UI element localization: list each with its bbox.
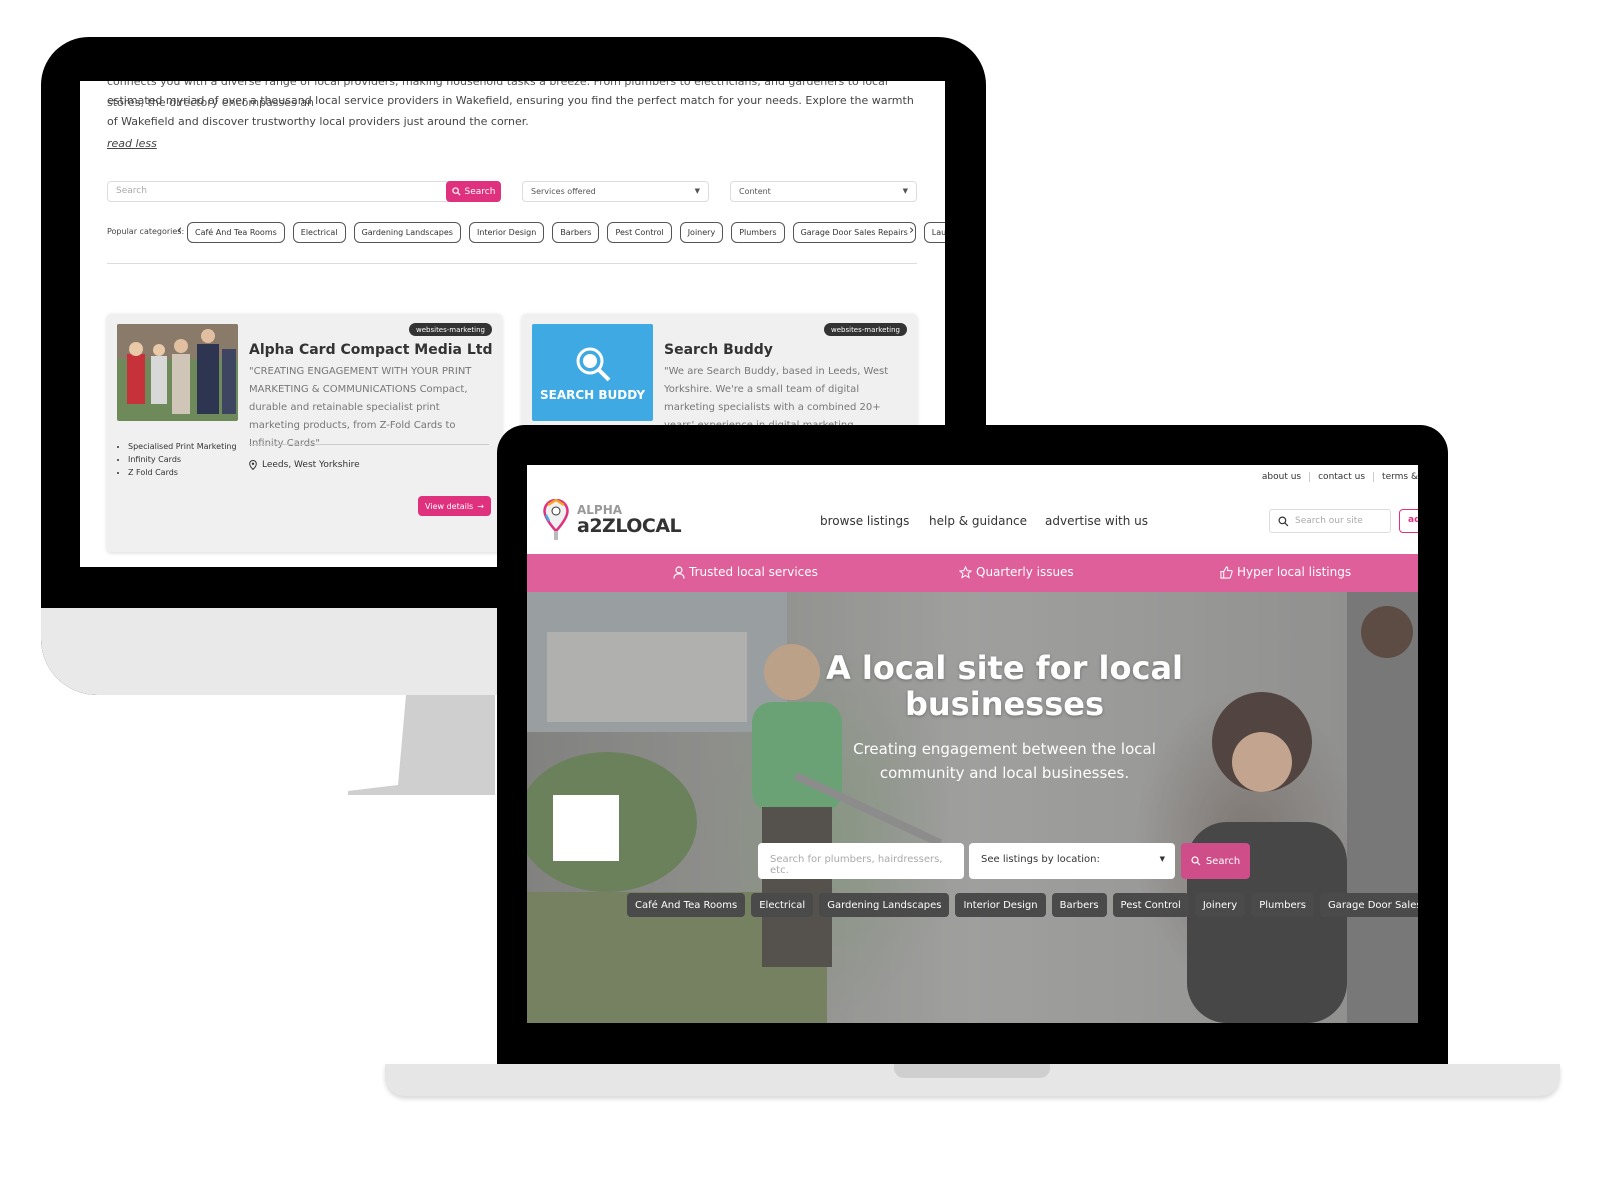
card-divider [249,444,489,445]
feature-trusted: Trusted local services [673,565,818,579]
hero-category-pill[interactable]: Barbers [1051,893,1107,917]
user-icon [673,565,685,579]
hero-search-button[interactable]: Search [1181,843,1250,879]
content-select[interactable]: Content ▼ [730,181,917,202]
search-icon [451,187,461,196]
chevron-right-icon[interactable]: › [909,223,914,238]
services-select-value: Services offered [531,187,596,196]
arrow-right-icon: → [477,501,484,511]
logo-a2zlocal: a2ZLOCAL [577,515,682,537]
site-logo[interactable]: ALPHA a2ZLOCAL [543,499,682,541]
hero-category-pill[interactable]: Pest Control [1112,893,1189,917]
nav-browse-listings[interactable]: browse listings [820,514,909,528]
nav-advertise[interactable]: advertise with us [1045,514,1148,528]
hero-category-pill[interactable]: Plumbers [1251,893,1314,917]
category-pill[interactable]: Plumbers [731,222,785,243]
directory-search-input[interactable]: Search [107,181,501,202]
magnifier-logo-icon [576,347,610,381]
hero-category-pill[interactable]: Café And Tea Rooms [627,893,746,917]
service-item: Z Fold Cards [128,466,237,479]
location-select[interactable]: See listings by location: ▼ [969,843,1175,879]
site-search-placeholder: Search our site [1295,516,1363,526]
directory-description: estimated myriad of over a thousand loca… [107,94,914,128]
hero-category-pill[interactable]: Electrical [751,893,814,917]
feature-label: Trusted local services [689,565,818,579]
services-offered-select[interactable]: Services offered ▼ [522,181,709,202]
laptop-notch [894,1064,1050,1078]
advertise-button[interactable]: ad [1399,509,1418,533]
terms-link[interactable]: terms & [1374,472,1418,482]
read-less-link[interactable]: read less [107,137,157,150]
site-search-input[interactable]: Search our site [1269,509,1391,533]
hero-section: A local site for local businesses Creati… [527,592,1418,1023]
imac-stand [348,695,495,795]
category-pill[interactable]: Electrical [292,222,346,243]
service-item: Specialised Print Marketing [128,440,237,453]
feature-hyper-local: Hyper local listings [1220,565,1351,579]
listing-card[interactable]: websites-marketing Alpha Card Compact Me… [107,314,502,552]
caret-down-icon: ▼ [694,187,700,195]
view-details-label: View details [425,501,474,511]
hero-title: A local site for local businesses [826,649,1183,723]
thumbs-up-icon [1220,565,1233,579]
contact-us-link[interactable]: contact us [1310,472,1375,482]
location-select-value: See listings by location: [981,854,1100,865]
directory-search-button[interactable]: Search [446,181,501,202]
location-text: Leeds, West Yorkshire [262,460,360,470]
logo-text: ALPHA a2ZLOCAL [577,504,682,537]
listing-description: "CREATING ENGAGEMENT WITH YOUR PRINT MAR… [249,366,472,449]
hero-category-pill[interactable]: Interior Design [955,893,1046,917]
popular-categories-label: Popular categories: [107,227,185,236]
features-bar: Trusted local services Quarterly issues … [527,554,1418,592]
location-pin-logo-icon [543,499,569,540]
caret-down-icon: ▼ [902,187,908,195]
category-badge: websites-marketing [409,323,492,336]
about-us-link[interactable]: about us [1254,472,1311,482]
search-button-label: Search [464,186,496,197]
category-pill[interactable]: Café And Tea Rooms [187,222,285,243]
laptop-frame: about us contact us terms & ALPHA a2ZLOC… [497,425,1448,1065]
top-links: about us contact us terms & [527,465,1418,489]
search-buddy-logo: SEARCH BUDDY [532,324,653,421]
hero-category-pill[interactable]: Gardening Landscapes [819,893,950,917]
category-pill[interactable]: Barbers [552,222,600,243]
home-page: about us contact us terms & ALPHA a2ZLOC… [527,465,1418,1023]
feature-label: Quarterly issues [976,565,1074,579]
category-badge: websites-marketing [824,323,907,336]
listing-title[interactable]: Alpha Card Compact Media Ltd [249,342,492,358]
hero-search-input[interactable]: Search for plumbers, hairdressers, etc. [758,843,964,879]
listing-photo [117,324,238,421]
divider [107,263,917,264]
map-pin-icon [249,460,257,470]
category-pills: Café And Tea Rooms Electrical Gardening … [187,222,945,243]
nav-help-guidance[interactable]: help & guidance [929,514,1027,528]
white-placeholder-box [553,795,619,861]
category-pill[interactable]: Laundry Servi [923,222,945,243]
listing-location: Leeds, West Yorkshire [249,460,360,470]
hero-search-label: Search [1205,855,1241,867]
category-pill[interactable]: Gardening Landscapes [353,222,461,243]
hero-category-pills: Café And Tea Rooms Electrical Gardening … [627,893,1418,917]
caret-down-icon: ▼ [1159,855,1165,863]
category-pill[interactable]: Interior Design [468,222,545,243]
search-icon [1191,856,1201,866]
category-pill[interactable]: Joinery [679,222,724,243]
category-pill[interactable]: Pest Control [607,222,672,243]
feature-quarterly: Quarterly issues [959,565,1074,579]
hero-subtitle: Creating engagement between the local co… [853,740,1156,782]
search-icon [1278,515,1289,526]
star-icon [959,565,972,579]
chevron-left-icon[interactable]: ‹ [177,223,182,238]
content-select-value: Content [739,187,771,196]
hero-category-pill[interactable]: Garage Door Sales Repairs [1319,893,1418,917]
feature-label: Hyper local listings [1237,565,1352,579]
category-pill[interactable]: Garage Door Sales Repairs [792,222,916,243]
search-buddy-logo-text: SEARCH BUDDY [539,387,646,402]
view-details-button[interactable]: View details → [418,496,491,516]
hero-category-pill[interactable]: Joinery [1194,893,1246,917]
service-item: Infinity Cards [128,453,237,466]
listing-title[interactable]: Search Buddy [664,342,773,358]
service-list: Specialised Print Marketing Infinity Car… [119,440,237,479]
